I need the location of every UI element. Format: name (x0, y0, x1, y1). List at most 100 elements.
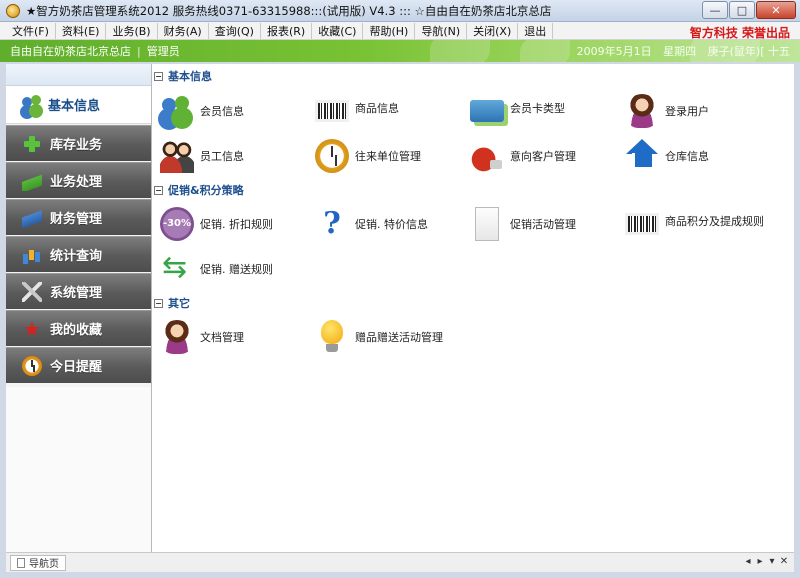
tile-prospect-management[interactable]: 意向客户管理 (470, 139, 576, 173)
menu-favorites[interactable]: 收藏(C) (312, 22, 364, 39)
star-icon: ★ (23, 316, 41, 341)
tools-icon (22, 281, 42, 302)
clock-icon (22, 355, 42, 376)
window-controls: — □ ✕ (701, 1, 796, 19)
user-avatar-icon (160, 320, 194, 354)
lightbulb-icon (315, 320, 349, 354)
menu-close[interactable]: 关闭(X) (467, 22, 519, 39)
tab-prev-button[interactable]: ◂ (742, 556, 754, 567)
sidebar-item-inventory[interactable]: 库存业务 (6, 125, 151, 161)
question-icon: ? (323, 206, 341, 241)
sidebar-item-label: 今日提醒 (50, 360, 103, 375)
tab-navigation-page[interactable]: 导航页 (10, 554, 66, 571)
section-header-other[interactable]: − 其它 (154, 295, 190, 311)
tile-label: 会员信息 (200, 105, 244, 118)
menu-query[interactable]: 查询(Q) (209, 22, 261, 39)
tile-card-type[interactable]: 会员卡类型 (470, 94, 565, 122)
bottom-tab-bar: 导航页 ◂ ▸ ▾ ✕ (6, 552, 794, 572)
tile-warehouse-info[interactable]: 仓库信息 (625, 139, 709, 173)
tile-label: 往来单位管理 (355, 150, 421, 163)
members-icon (160, 94, 194, 128)
tile-gift-rules[interactable]: 促销. 赠送规则 (160, 250, 273, 286)
tile-label: 员工信息 (200, 150, 244, 163)
tile-label: 商品信息 (355, 102, 399, 115)
tab-close-button[interactable]: ✕ (778, 556, 790, 567)
tile-login-user[interactable]: 登录用户 (625, 94, 709, 128)
tile-special-price[interactable]: ? 促销. 特价信息 (315, 207, 428, 241)
tab-controls: ◂ ▸ ▾ ✕ (742, 556, 790, 567)
sidebar-item-label: 库存业务 (50, 138, 103, 153)
tile-partner-management[interactable]: 往来单位管理 (315, 139, 421, 173)
menu-exit[interactable]: 退出 (518, 22, 554, 39)
banner-separator: | (137, 44, 141, 58)
sidebar-item-finance[interactable]: 财务管理 (6, 199, 151, 235)
users-icon (22, 94, 42, 115)
page-icon (17, 557, 25, 568)
sidebar-item-label: 业务处理 (50, 175, 103, 190)
collapse-icon[interactable]: − (154, 185, 163, 195)
menu-file[interactable]: 文件(F) (6, 22, 56, 39)
tile-label: 登录用户 (665, 105, 709, 118)
lunar-date-text: 庚子(鼠年)[ 十五 (707, 45, 790, 58)
tile-label: 促销. 赠送规则 (200, 263, 273, 276)
plus-icon (22, 134, 42, 154)
sidebar-item-reminders[interactable]: 今日提醒 (6, 347, 151, 383)
tile-promo-activity[interactable]: 促销活动管理 (470, 207, 576, 241)
bar-chart-icon (22, 245, 42, 265)
close-button[interactable]: ✕ (756, 1, 796, 19)
tile-staff-info[interactable]: 员工信息 (160, 139, 244, 173)
sidebar-item-label: 基本信息 (48, 99, 101, 114)
member-card-icon (470, 100, 504, 122)
sidebar-item-label: 系统管理 (50, 286, 103, 301)
tile-label: 仓库信息 (665, 150, 709, 163)
tile-document-management[interactable]: 文档管理 (160, 320, 244, 354)
menu-business[interactable]: 业务(B) (106, 22, 158, 39)
tile-label: 意向客户管理 (510, 150, 576, 163)
tab-menu-button[interactable]: ▾ (766, 556, 778, 567)
sidebar-item-label: 统计查询 (50, 249, 103, 264)
status-banner: 自由自在奶茶店北京总店 | 管理员 2009年5月1日 星期四 庚子(鼠年)[ … (0, 40, 800, 62)
window-title: ★智方奶茶店管理系统2012 服务热线0371-63315988:::(试用版)… (26, 3, 552, 18)
section-header-basic[interactable]: − 基本信息 (154, 68, 212, 84)
sidebar-item-business[interactable]: 业务处理 (6, 162, 151, 198)
tile-gift-activity[interactable]: 赠品赠送活动管理 (315, 320, 443, 354)
menu-report[interactable]: 报表(R) (261, 22, 313, 39)
tile-label: 赠品赠送活动管理 (355, 331, 443, 344)
collapse-icon[interactable]: − (154, 71, 163, 81)
tile-discount-rules[interactable]: -30% 促销. 折扣规则 (160, 207, 273, 241)
main-panel: − 基本信息 会员信息 商品信息 会员卡类型 登录用户 员工信息 往来单位管理 … (152, 64, 794, 552)
tile-label: 促销活动管理 (510, 218, 576, 231)
tile-product-info[interactable]: 商品信息 (315, 94, 399, 122)
sidebar-item-basic-info[interactable]: 基本信息 (6, 86, 151, 124)
tile-member-info[interactable]: 会员信息 (160, 94, 244, 128)
tile-points-rules[interactable]: 商品积分及提成规则 (625, 207, 764, 235)
sidebar-item-statistics[interactable]: 统计查询 (6, 236, 151, 272)
menu-finance[interactable]: 财务(A) (158, 22, 209, 39)
menu-navigate[interactable]: 导航(N) (415, 22, 468, 39)
sidebar: 基本信息 库存业务 业务处理 财务管理 统计查询 系统管理 ★ 我的收藏 今日提… (6, 64, 152, 552)
tile-label: 文档管理 (200, 331, 244, 344)
document-icon (475, 207, 499, 241)
house-icon (625, 139, 659, 173)
collapse-icon[interactable]: − (154, 298, 163, 308)
date-display: 2009年5月1日 星期四 庚子(鼠年)[ 十五 (569, 43, 790, 59)
menu-data[interactable]: 资料(E) (56, 22, 107, 39)
tab-next-button[interactable]: ▸ (754, 556, 766, 567)
maximize-button[interactable]: □ (729, 1, 755, 19)
sidebar-item-favorites[interactable]: ★ 我的收藏 (6, 310, 151, 346)
tab-label: 导航页 (29, 559, 59, 570)
barcode-icon (315, 100, 349, 122)
menu-help[interactable]: 帮助(H) (363, 22, 416, 39)
section-title: 基本信息 (168, 70, 212, 83)
minimize-button[interactable]: — (702, 1, 728, 19)
tile-label: 商品积分及提成规则 (665, 215, 764, 228)
user-role: 管理员 (146, 45, 180, 58)
tile-label: 促销. 特价信息 (355, 218, 428, 231)
store-name: 自由自在奶茶店北京总店 (10, 45, 131, 58)
staff-icon (160, 139, 194, 173)
sidebar-empty-area (6, 387, 151, 552)
title-bar: ★智方奶茶店管理系统2012 服务热线0371-63315988:::(试用版)… (0, 0, 800, 22)
section-title: 促销&积分策略 (168, 184, 244, 197)
section-header-promo[interactable]: − 促销&积分策略 (154, 182, 244, 198)
sidebar-item-system[interactable]: 系统管理 (6, 273, 151, 309)
